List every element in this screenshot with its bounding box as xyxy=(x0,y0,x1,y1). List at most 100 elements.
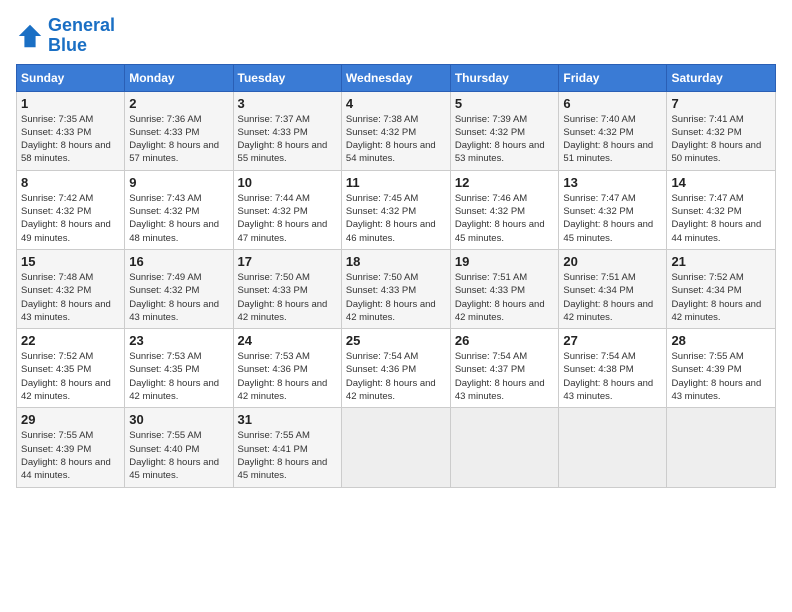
calendar-cell: 27 Sunrise: 7:54 AM Sunset: 4:38 PM Dayl… xyxy=(559,329,667,408)
day-number: 7 xyxy=(671,96,771,111)
calendar-cell: 7 Sunrise: 7:41 AM Sunset: 4:32 PM Dayli… xyxy=(667,91,776,170)
day-number: 2 xyxy=(129,96,228,111)
calendar-cell: 12 Sunrise: 7:46 AM Sunset: 4:32 PM Dayl… xyxy=(450,170,559,249)
weekday-header-thursday: Thursday xyxy=(450,64,559,91)
day-number: 15 xyxy=(21,254,120,269)
calendar-cell: 3 Sunrise: 7:37 AM Sunset: 4:33 PM Dayli… xyxy=(233,91,341,170)
calendar-cell: 13 Sunrise: 7:47 AM Sunset: 4:32 PM Dayl… xyxy=(559,170,667,249)
logo-text: General Blue xyxy=(48,16,115,56)
day-info: Sunrise: 7:45 AM Sunset: 4:32 PM Dayligh… xyxy=(346,192,446,245)
calendar-cell: 28 Sunrise: 7:55 AM Sunset: 4:39 PM Dayl… xyxy=(667,329,776,408)
day-number: 26 xyxy=(455,333,555,348)
day-info: Sunrise: 7:51 AM Sunset: 4:34 PM Dayligh… xyxy=(563,271,662,324)
day-number: 28 xyxy=(671,333,771,348)
calendar-cell: 11 Sunrise: 7:45 AM Sunset: 4:32 PM Dayl… xyxy=(341,170,450,249)
day-info: Sunrise: 7:40 AM Sunset: 4:32 PM Dayligh… xyxy=(563,113,662,166)
weekday-header-friday: Friday xyxy=(559,64,667,91)
day-number: 31 xyxy=(238,412,337,427)
calendar-cell: 31 Sunrise: 7:55 AM Sunset: 4:41 PM Dayl… xyxy=(233,408,341,487)
calendar-row: 22 Sunrise: 7:52 AM Sunset: 4:35 PM Dayl… xyxy=(17,329,776,408)
day-number: 6 xyxy=(563,96,662,111)
day-info: Sunrise: 7:37 AM Sunset: 4:33 PM Dayligh… xyxy=(238,113,337,166)
day-info: Sunrise: 7:54 AM Sunset: 4:36 PM Dayligh… xyxy=(346,350,446,403)
day-number: 21 xyxy=(671,254,771,269)
day-info: Sunrise: 7:39 AM Sunset: 4:32 PM Dayligh… xyxy=(455,113,555,166)
calendar-cell xyxy=(559,408,667,487)
calendar-cell: 10 Sunrise: 7:44 AM Sunset: 4:32 PM Dayl… xyxy=(233,170,341,249)
day-number: 29 xyxy=(21,412,120,427)
day-info: Sunrise: 7:50 AM Sunset: 4:33 PM Dayligh… xyxy=(238,271,337,324)
day-number: 27 xyxy=(563,333,662,348)
day-info: Sunrise: 7:44 AM Sunset: 4:32 PM Dayligh… xyxy=(238,192,337,245)
day-number: 22 xyxy=(21,333,120,348)
calendar-cell: 15 Sunrise: 7:48 AM Sunset: 4:32 PM Dayl… xyxy=(17,249,125,328)
day-info: Sunrise: 7:54 AM Sunset: 4:37 PM Dayligh… xyxy=(455,350,555,403)
day-number: 9 xyxy=(129,175,228,190)
day-info: Sunrise: 7:55 AM Sunset: 4:41 PM Dayligh… xyxy=(238,429,337,482)
day-info: Sunrise: 7:47 AM Sunset: 4:32 PM Dayligh… xyxy=(563,192,662,245)
day-number: 13 xyxy=(563,175,662,190)
day-number: 24 xyxy=(238,333,337,348)
calendar-row: 15 Sunrise: 7:48 AM Sunset: 4:32 PM Dayl… xyxy=(17,249,776,328)
day-info: Sunrise: 7:49 AM Sunset: 4:32 PM Dayligh… xyxy=(129,271,228,324)
day-info: Sunrise: 7:53 AM Sunset: 4:36 PM Dayligh… xyxy=(238,350,337,403)
day-info: Sunrise: 7:38 AM Sunset: 4:32 PM Dayligh… xyxy=(346,113,446,166)
calendar-cell: 18 Sunrise: 7:50 AM Sunset: 4:33 PM Dayl… xyxy=(341,249,450,328)
calendar-cell: 30 Sunrise: 7:55 AM Sunset: 4:40 PM Dayl… xyxy=(125,408,233,487)
calendar-cell: 14 Sunrise: 7:47 AM Sunset: 4:32 PM Dayl… xyxy=(667,170,776,249)
day-number: 4 xyxy=(346,96,446,111)
day-number: 25 xyxy=(346,333,446,348)
day-number: 19 xyxy=(455,254,555,269)
calendar-cell: 21 Sunrise: 7:52 AM Sunset: 4:34 PM Dayl… xyxy=(667,249,776,328)
day-info: Sunrise: 7:52 AM Sunset: 4:34 PM Dayligh… xyxy=(671,271,771,324)
calendar-row: 8 Sunrise: 7:42 AM Sunset: 4:32 PM Dayli… xyxy=(17,170,776,249)
calendar-cell: 16 Sunrise: 7:49 AM Sunset: 4:32 PM Dayl… xyxy=(125,249,233,328)
calendar-cell: 1 Sunrise: 7:35 AM Sunset: 4:33 PM Dayli… xyxy=(17,91,125,170)
calendar-table: SundayMondayTuesdayWednesdayThursdayFrid… xyxy=(16,64,776,488)
weekday-header-sunday: Sunday xyxy=(17,64,125,91)
weekday-header-tuesday: Tuesday xyxy=(233,64,341,91)
day-number: 3 xyxy=(238,96,337,111)
logo-icon xyxy=(16,22,44,50)
day-number: 12 xyxy=(455,175,555,190)
weekday-header-wednesday: Wednesday xyxy=(341,64,450,91)
day-number: 14 xyxy=(671,175,771,190)
calendar-cell: 22 Sunrise: 7:52 AM Sunset: 4:35 PM Dayl… xyxy=(17,329,125,408)
day-info: Sunrise: 7:55 AM Sunset: 4:39 PM Dayligh… xyxy=(671,350,771,403)
day-info: Sunrise: 7:51 AM Sunset: 4:33 PM Dayligh… xyxy=(455,271,555,324)
weekday-header-row: SundayMondayTuesdayWednesdayThursdayFrid… xyxy=(17,64,776,91)
calendar-cell: 24 Sunrise: 7:53 AM Sunset: 4:36 PM Dayl… xyxy=(233,329,341,408)
day-info: Sunrise: 7:54 AM Sunset: 4:38 PM Dayligh… xyxy=(563,350,662,403)
calendar-cell: 17 Sunrise: 7:50 AM Sunset: 4:33 PM Dayl… xyxy=(233,249,341,328)
calendar-body: 1 Sunrise: 7:35 AM Sunset: 4:33 PM Dayli… xyxy=(17,91,776,487)
day-number: 17 xyxy=(238,254,337,269)
calendar-cell: 4 Sunrise: 7:38 AM Sunset: 4:32 PM Dayli… xyxy=(341,91,450,170)
logo: General Blue xyxy=(16,16,115,56)
day-number: 20 xyxy=(563,254,662,269)
day-number: 16 xyxy=(129,254,228,269)
day-info: Sunrise: 7:46 AM Sunset: 4:32 PM Dayligh… xyxy=(455,192,555,245)
day-info: Sunrise: 7:35 AM Sunset: 4:33 PM Dayligh… xyxy=(21,113,120,166)
calendar-cell: 25 Sunrise: 7:54 AM Sunset: 4:36 PM Dayl… xyxy=(341,329,450,408)
calendar-cell: 2 Sunrise: 7:36 AM Sunset: 4:33 PM Dayli… xyxy=(125,91,233,170)
calendar-cell: 23 Sunrise: 7:53 AM Sunset: 4:35 PM Dayl… xyxy=(125,329,233,408)
day-number: 1 xyxy=(21,96,120,111)
calendar-cell: 6 Sunrise: 7:40 AM Sunset: 4:32 PM Dayli… xyxy=(559,91,667,170)
day-info: Sunrise: 7:52 AM Sunset: 4:35 PM Dayligh… xyxy=(21,350,120,403)
day-info: Sunrise: 7:43 AM Sunset: 4:32 PM Dayligh… xyxy=(129,192,228,245)
calendar-cell xyxy=(341,408,450,487)
day-number: 30 xyxy=(129,412,228,427)
calendar-cell xyxy=(667,408,776,487)
day-info: Sunrise: 7:47 AM Sunset: 4:32 PM Dayligh… xyxy=(671,192,771,245)
day-info: Sunrise: 7:41 AM Sunset: 4:32 PM Dayligh… xyxy=(671,113,771,166)
calendar-cell: 26 Sunrise: 7:54 AM Sunset: 4:37 PM Dayl… xyxy=(450,329,559,408)
day-info: Sunrise: 7:42 AM Sunset: 4:32 PM Dayligh… xyxy=(21,192,120,245)
day-number: 5 xyxy=(455,96,555,111)
calendar-cell: 5 Sunrise: 7:39 AM Sunset: 4:32 PM Dayli… xyxy=(450,91,559,170)
calendar-cell: 9 Sunrise: 7:43 AM Sunset: 4:32 PM Dayli… xyxy=(125,170,233,249)
day-info: Sunrise: 7:55 AM Sunset: 4:39 PM Dayligh… xyxy=(21,429,120,482)
calendar-cell: 19 Sunrise: 7:51 AM Sunset: 4:33 PM Dayl… xyxy=(450,249,559,328)
day-number: 23 xyxy=(129,333,228,348)
weekday-header-saturday: Saturday xyxy=(667,64,776,91)
page-header: General Blue xyxy=(16,16,776,56)
